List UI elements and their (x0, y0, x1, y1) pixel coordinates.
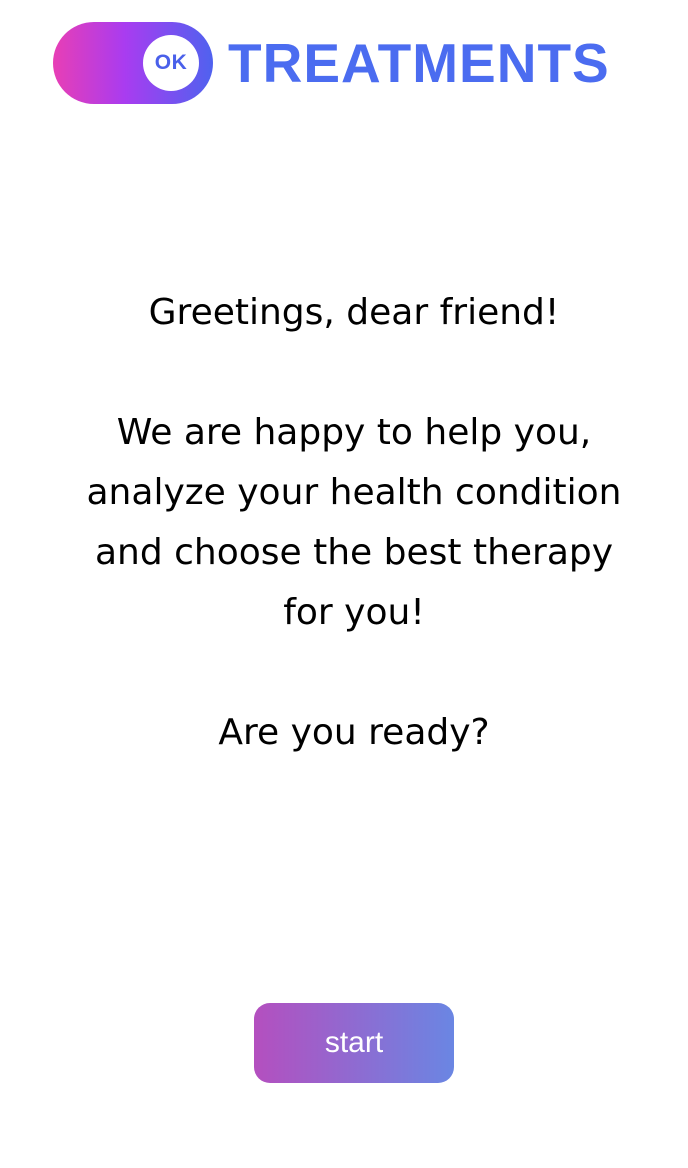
intro-line-2: analyze your health condition (86, 472, 622, 513)
intro-line-1: We are happy to help you, (116, 412, 592, 453)
welcome-message: Greetings, dear friend! We are happy to … (30, 283, 678, 763)
ready-question: Are you ready? (218, 712, 490, 753)
toggle-logo-icon: OK (53, 22, 213, 104)
start-button[interactable]: start (254, 1003, 454, 1083)
brand-logo: OK TREATMENTS (53, 22, 610, 104)
intro-line-4: for you! (283, 592, 425, 633)
brand-wordmark: TREATMENTS (228, 31, 610, 94)
ok-badge: OK (143, 35, 199, 91)
greeting-text: Greetings, dear friend! (148, 292, 560, 333)
intro-line-3: and choose the best therapy (94, 532, 614, 573)
